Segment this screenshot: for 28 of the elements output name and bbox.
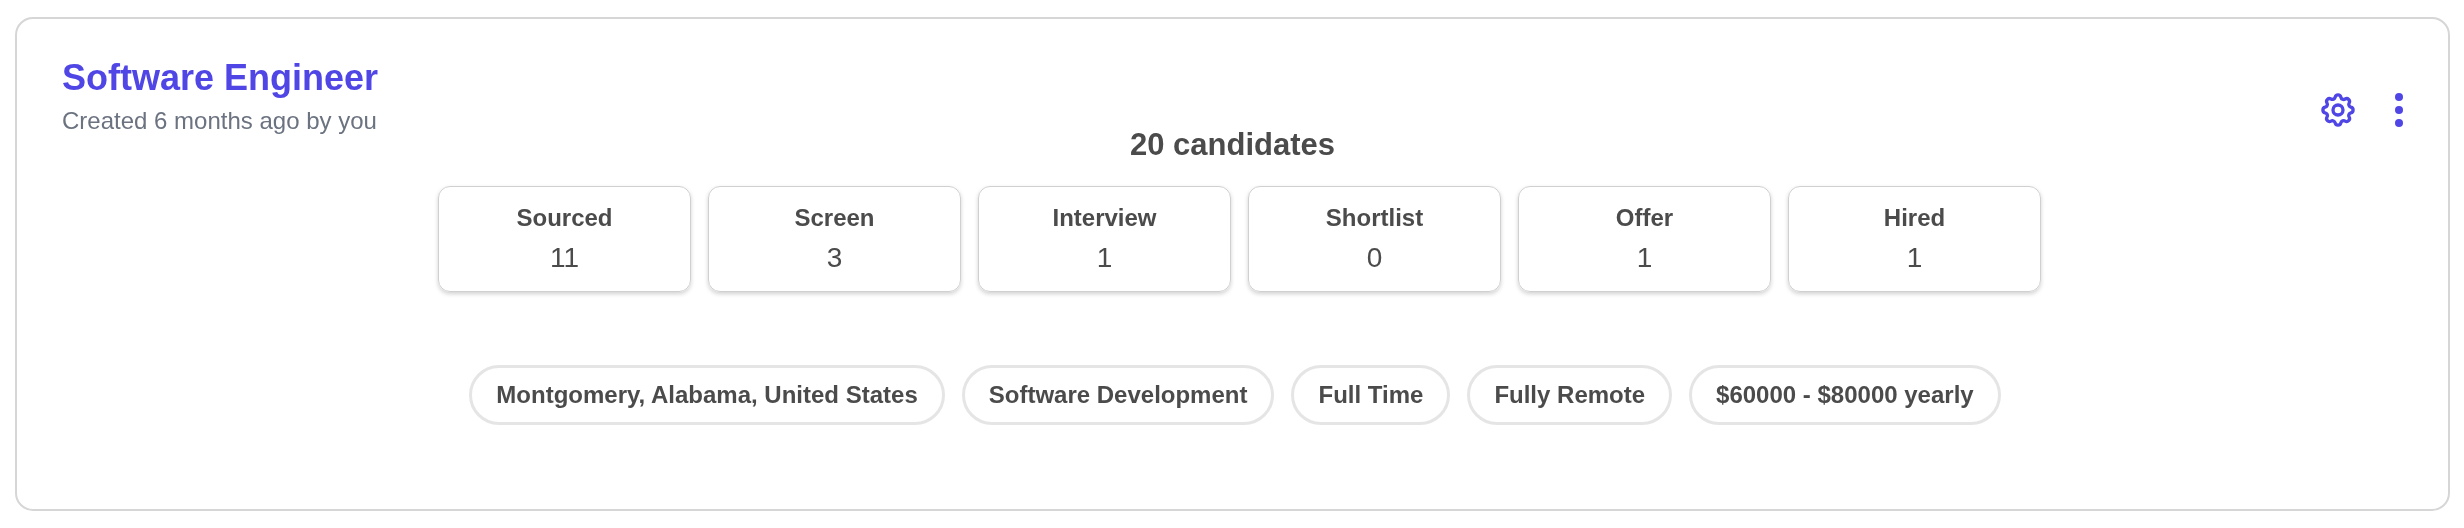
stage-card[interactable]: Shortlist 0 [1248,186,1501,292]
stage-card[interactable]: Offer 1 [1518,186,1771,292]
stage-label: Shortlist [1325,204,1424,232]
stage-count: 0 [1366,242,1383,274]
job-title[interactable]: Software Engineer [62,57,379,99]
stage-count: 3 [826,242,843,274]
stage-label: Offer [1615,204,1674,232]
stage-card[interactable]: Screen 3 [708,186,961,292]
stage-card[interactable]: Sourced 11 [438,186,691,292]
job-tag: $60000 - $80000 yearly [1689,365,2001,425]
stage-count: 1 [1636,242,1653,274]
more-options-icon[interactable] [2394,92,2404,128]
stage-label: Hired [1883,204,1946,232]
stage-label: Screen [794,204,875,232]
stage-card[interactable]: Hired 1 [1788,186,2041,292]
stage-count: 11 [549,242,580,274]
stage-count: 1 [1906,242,1923,274]
stage-card[interactable]: Interview 1 [978,186,1231,292]
stage-label: Sourced [516,204,613,232]
stage-count: 1 [1096,242,1113,274]
created-info: Created 6 months ago by you [62,107,378,135]
job-tag: Software Development [961,365,1275,425]
job-tag: Montgomery, Alabama, United States [469,365,945,425]
job-tag: Full Time [1291,365,1451,425]
stage-label: Interview [1052,204,1157,232]
settings-icon[interactable] [2318,90,2358,130]
candidate-count: 20 candidates [1128,127,1336,163]
job-tag: Fully Remote [1467,365,1673,425]
